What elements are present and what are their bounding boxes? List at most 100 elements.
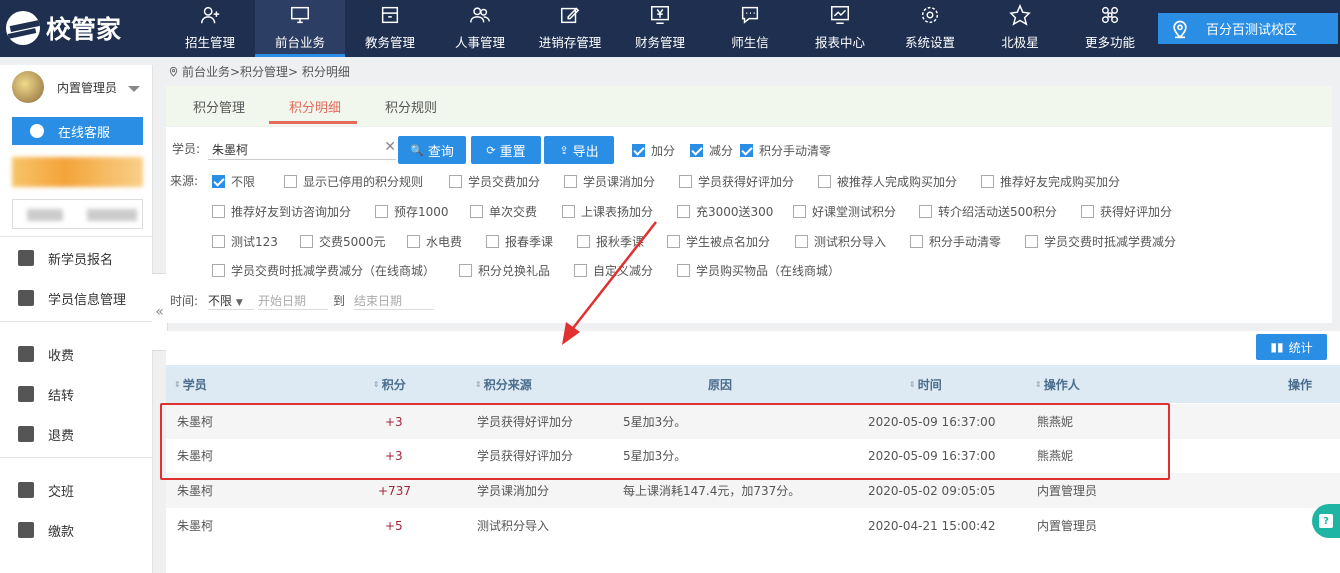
cell-operator: 熊燕妮 [1037,415,1074,429]
source-checkbox[interactable]: 不限 [212,173,255,190]
checkbox-box [632,144,645,157]
sidebar-divider [0,321,153,322]
source-checkbox[interactable]: 报秋季课 [577,233,644,250]
statistics-button[interactable]: ▮▮ 统计 [1256,334,1327,360]
sidebar-item-handover[interactable]: 交班 [0,471,153,509]
source-checkbox[interactable]: 推荐好友完成购买加分 [981,173,1120,190]
source-checkbox[interactable]: 学员交费时抵减学费减分 [1025,233,1176,250]
nav-item-finance[interactable]: 财务管理 [615,0,705,57]
checkbox-box [795,235,808,248]
question-icon: ? [1319,514,1333,528]
nav-item-reports[interactable]: 报表中心 [795,0,885,57]
logo-text: 校管家 [46,15,122,44]
tab-points-detail[interactable]: 积分明细 [289,86,341,126]
app-logo[interactable]: 校管家 [6,10,156,46]
tab-points-management[interactable]: 积分管理 [193,86,245,126]
logo-icon [6,11,40,45]
nav-item-settings[interactable]: 系统设置 [885,0,975,57]
source-checkbox[interactable]: 被推荐人完成购买加分 [818,173,957,190]
reset-button[interactable]: ⟳ 重置 [471,136,541,164]
source-checkbox[interactable]: 充3000送300 [677,203,773,220]
nav-item-inventory[interactable]: 进销存管理 [525,0,615,57]
sort-icon: ⇕ [373,379,380,389]
source-checkbox[interactable]: 报春季课 [486,233,553,250]
sidebar-item-charge[interactable]: 收费 [0,335,153,373]
checkbox-label: 单次交费 [489,205,538,219]
double-chevron-left-icon: « [155,304,164,320]
col-points[interactable]: ⇕ 积分 [373,365,406,403]
checkbox-label: 好课堂测试积分 [812,205,897,219]
source-checkbox[interactable]: 学生被点名加分 [667,233,770,250]
source-checkbox[interactable]: 学员获得好评加分 [679,173,794,190]
col-student[interactable]: ⇕ 学员 [174,365,207,403]
source-checkbox[interactable]: 水电费 [407,233,462,250]
checkbox-deduct-points[interactable]: 减分 [690,142,733,159]
sidebar-item-payment[interactable]: 缴款 [0,511,153,549]
source-checkbox[interactable]: 预存1000 [375,203,449,220]
id-card-icon [18,290,34,306]
student-search-input[interactable]: 朱墨柯 ✕ [208,136,396,160]
user-name[interactable]: 内置管理员 [57,79,117,96]
source-checkbox[interactable]: 转介绍活动送500积分 [919,203,1057,220]
source-checkbox[interactable]: 自定义减分 [574,262,653,279]
source-checkbox[interactable]: 学员课消加分 [564,173,655,190]
gear-icon [919,4,941,26]
export-button[interactable]: ⇪ 导出 [544,136,614,164]
source-checkbox[interactable]: 学员购买物品（在线商城） [677,262,840,279]
table-row[interactable]: 朱墨柯 +3 学员获得好评加分 5星加3分。 2020-05-09 16:37:… [166,438,1340,473]
checkbox-box [981,175,994,188]
sidebar-item-transfer[interactable]: 结转 [0,375,153,413]
checkbox-box [919,205,932,218]
statistics-label: 统计 [1288,340,1313,355]
online-service-button[interactable]: 在线客服 [12,117,143,145]
table-row[interactable]: 朱墨柯 +3 学员获得好评加分 5星加3分。 2020-05-09 16:37:… [166,404,1340,439]
source-checkbox[interactable]: 积分手动清零 [910,233,1001,250]
campus-selector[interactable]: 百分百测试校区 [1158,13,1338,44]
checkbox-add-points[interactable]: 加分 [632,142,675,159]
nav-label: 人事管理 [454,35,505,50]
sidebar-item-student-info[interactable]: 学员信息管理 [0,279,153,317]
checkbox-label: 学员课消加分 [583,175,656,189]
nav-item-hr[interactable]: 人事管理 [435,0,525,57]
source-checkbox[interactable]: 获得好评加分 [1081,203,1172,220]
query-button[interactable]: 🔍 查询 [398,136,466,164]
tab-points-rules[interactable]: 积分规则 [385,86,437,126]
source-checkbox[interactable]: 单次交费 [470,203,537,220]
source-checkbox[interactable]: 好课堂测试积分 [793,203,896,220]
sidebar-item-new-enrollment[interactable]: 新学员报名 [0,239,153,277]
checkbox-manual-reset[interactable]: 积分手动清零 [740,142,831,159]
checkbox-label: 学员交费加分 [468,175,541,189]
nav-item-messages[interactable]: 师生信 [705,0,795,57]
nav-label: 报表中心 [814,35,865,50]
source-checkbox[interactable]: 显示已停用的积分规则 [284,173,423,190]
col-time[interactable]: ⇕ 时间 [909,365,942,403]
sidebar-item-refund[interactable]: 退费 [0,415,153,453]
end-date-input[interactable]: 结束日期 [354,288,434,310]
source-checkbox[interactable]: 学员交费加分 [449,173,540,190]
source-checkbox[interactable]: 上课表扬加分 [562,203,653,220]
time-range-select[interactable]: 不限 ▼ [208,288,254,310]
chevron-down-icon[interactable] [128,86,140,92]
col-operator[interactable]: ⇕ 操作人 [1035,365,1080,403]
user-plus-icon [199,4,221,26]
source-checkbox[interactable]: 交费5000元 [300,233,386,250]
source-checkbox[interactable]: 学员交费时抵减学费减分（在线商城） [212,262,435,279]
start-date-input[interactable]: 开始日期 [258,288,328,310]
source-checkbox[interactable]: 测试积分导入 [795,233,886,250]
nav-item-more[interactable]: 更多功能 [1065,0,1155,57]
nav-item-enrollment[interactable]: 招生管理 [165,0,255,57]
end-date-placeholder: 结束日期 [354,294,403,308]
col-source[interactable]: ⇕ 积分来源 [475,365,532,403]
table-row[interactable]: 朱墨柯 +737 学员课消加分 每上课消耗147.4元，加737分。 2020-… [166,473,1340,508]
nav-item-polaris[interactable]: 北极星 [975,0,1065,57]
source-checkbox[interactable]: 推荐好友到访咨询加分 [212,203,351,220]
avatar[interactable] [12,71,44,103]
help-button[interactable]: ? [1312,504,1340,538]
clear-icon[interactable]: ✕ [384,139,396,155]
nav-item-front-desk[interactable]: 前台业务 [255,0,345,57]
cell-points: +5 [385,518,403,533]
table-row[interactable]: 朱墨柯 +5 测试积分导入 2020-04-21 15:00:42 内置管理员 [166,508,1340,543]
source-checkbox[interactable]: 积分兑换礼品 [459,262,550,279]
nav-item-academic[interactable]: 教务管理 [345,0,435,57]
source-checkbox[interactable]: 测试123 [212,233,278,250]
